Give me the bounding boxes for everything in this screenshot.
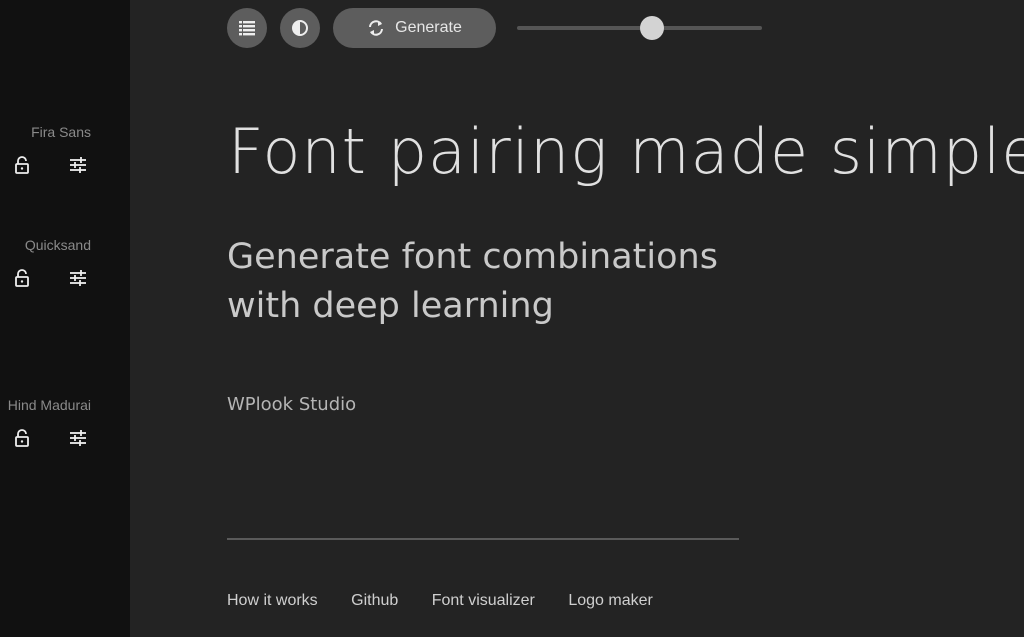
size-slider[interactable]	[517, 16, 762, 40]
hero-subtitle-line2: with deep learning	[227, 286, 554, 326]
font-name: Fira Sans	[31, 124, 91, 140]
generate-label: Generate	[395, 19, 462, 36]
tune-icon[interactable]	[67, 267, 89, 289]
hero-title: Font pairing made simple	[228, 115, 1024, 188]
link-github[interactable]: Github	[351, 592, 398, 609]
hero-subtitle-line1: Generate font combinations	[227, 237, 718, 277]
lock-open-icon[interactable]	[11, 154, 33, 176]
contrast-button[interactable]	[280, 8, 320, 48]
footer-nav: How it works Github Font visualizer Logo…	[227, 592, 682, 610]
link-logo-maker[interactable]: Logo maker	[568, 592, 653, 609]
tune-icon[interactable]	[67, 154, 89, 176]
font-name: Quicksand	[24, 237, 91, 253]
contrast-icon	[292, 20, 308, 36]
slider-thumb[interactable]	[639, 16, 664, 40]
lock-open-icon[interactable]	[11, 267, 33, 289]
divider	[227, 538, 739, 540]
font-name: Hind Madurai	[7, 397, 91, 413]
hero-subtitle: Generate font combinations with deep lea…	[227, 233, 718, 331]
link-font-visualizer[interactable]: Font visualizer	[432, 592, 535, 609]
list-icon	[239, 21, 255, 36]
tune-icon[interactable]	[67, 427, 89, 449]
lock-open-icon[interactable]	[11, 427, 33, 449]
author-credit: WPlook Studio	[227, 394, 357, 415]
generate-button[interactable]: Generate	[333, 8, 496, 48]
refresh-icon	[369, 20, 384, 36]
font-sidebar: Fira Sans Quicksand Hind Madurai	[0, 0, 130, 637]
list-button[interactable]	[227, 8, 267, 48]
link-how-it-works[interactable]: How it works	[227, 592, 318, 609]
